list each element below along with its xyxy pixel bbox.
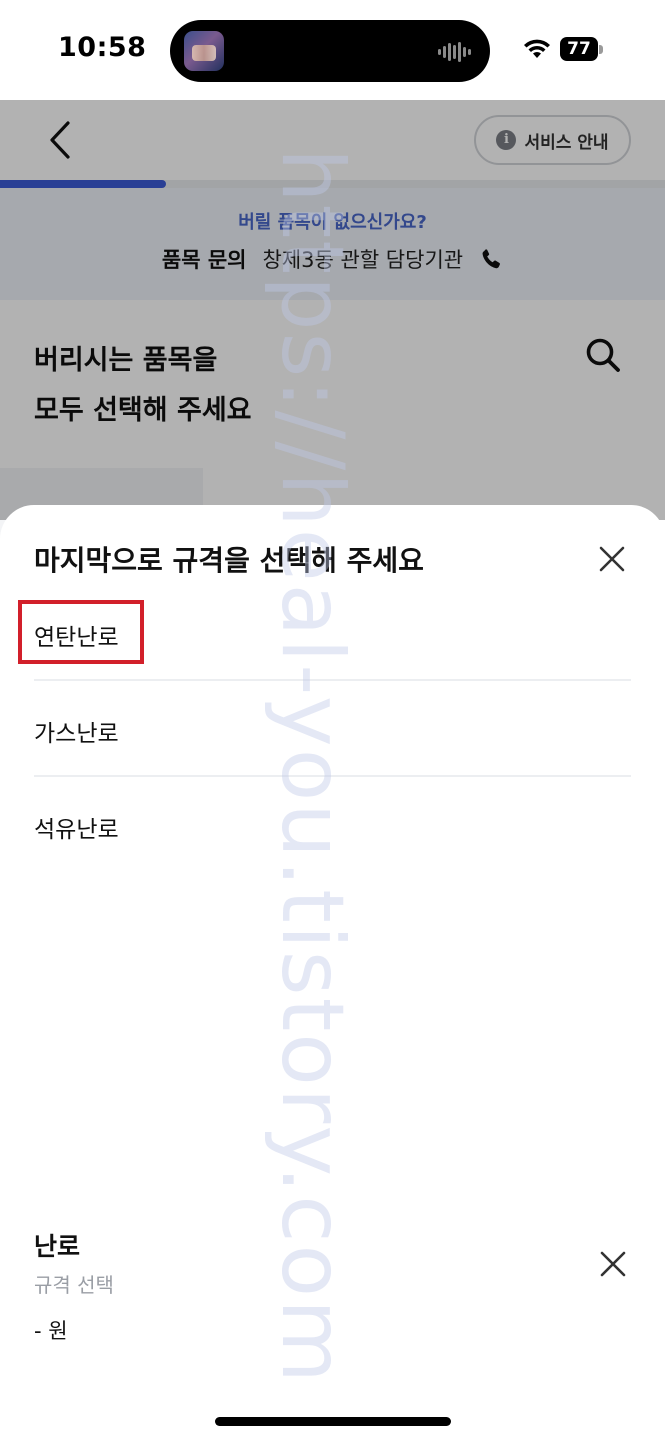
sheet-title: 마지막으로 규격을 선택해 주세요 xyxy=(34,544,424,577)
option-item-gas-heater[interactable]: 가스난로 xyxy=(34,714,631,810)
status-time: 10:58 xyxy=(58,32,147,63)
selected-item-spec: 규격 선택 xyxy=(34,1273,114,1297)
selected-item-price: - 원 xyxy=(34,1319,68,1343)
highlight-box xyxy=(18,600,144,664)
battery-level: 77 xyxy=(567,39,591,59)
audio-waveform-icon xyxy=(438,42,471,62)
home-indicator xyxy=(215,1417,451,1426)
now-playing-artwork-icon xyxy=(184,31,224,71)
spec-bottom-sheet: 마지막으로 규격을 선택해 주세요 연탄난로 가스난로 석유난로 난로 규격 선… xyxy=(0,505,665,1440)
battery-indicator: 77 xyxy=(560,37,598,61)
selection-summary: 난로 규격 선택 - 원 xyxy=(34,1227,631,1347)
dim-overlay[interactable] xyxy=(0,100,665,520)
option-label: 가스난로 xyxy=(34,721,119,747)
option-divider xyxy=(34,679,631,681)
remove-item-icon[interactable] xyxy=(598,1249,628,1279)
battery-cap xyxy=(599,45,603,54)
close-icon[interactable] xyxy=(596,543,628,575)
selected-item-name: 난로 xyxy=(34,1232,81,1261)
option-item-oil-heater[interactable]: 석유난로 xyxy=(34,810,631,906)
status-bar: 10:58 77 xyxy=(0,0,665,100)
option-divider xyxy=(34,775,631,777)
wifi-icon xyxy=(524,39,550,58)
dynamic-island xyxy=(170,20,490,82)
option-label: 석유난로 xyxy=(34,817,119,843)
